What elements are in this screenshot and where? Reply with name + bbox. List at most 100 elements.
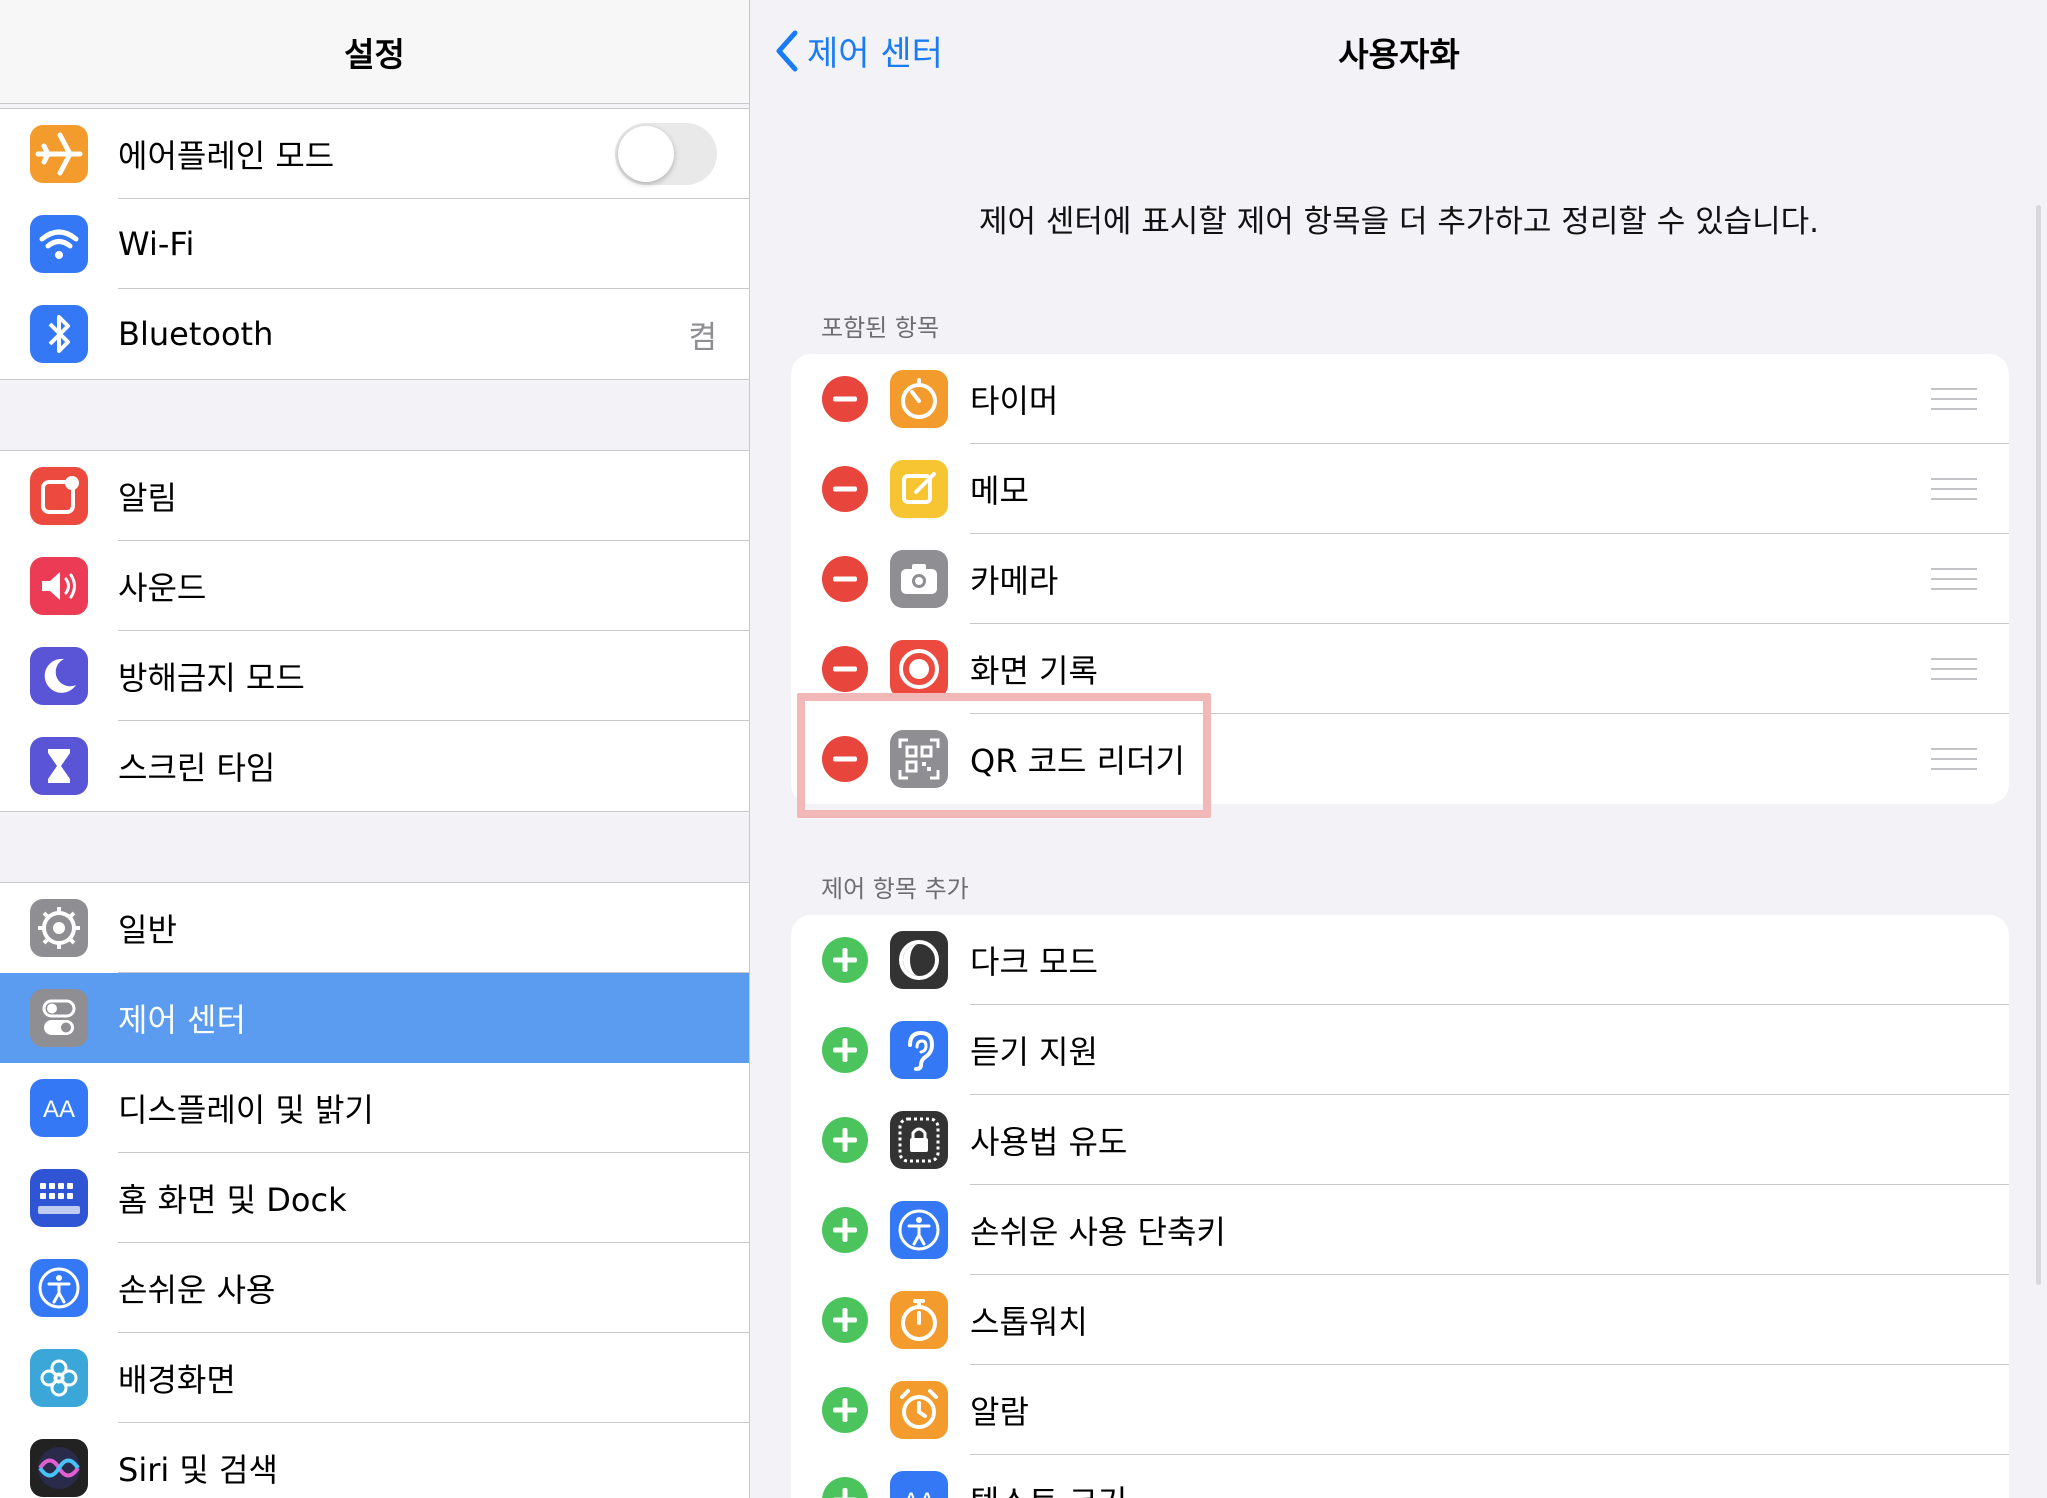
sidebar-item-body: 손쉬운 사용 <box>118 1243 749 1333</box>
add-button[interactable] <box>822 1387 868 1433</box>
more-controls-list: 다크 모드듣기 지원사용법 유도손쉬운 사용 단축키스톱워치알람 AA 텍스트 크기 <box>791 915 2009 1498</box>
scrollbar[interactable] <box>2036 205 2041 1285</box>
sidebar-item[interactable]: 일반 <box>0 883 749 973</box>
sidebar-item[interactable]: 제어 센터 <box>0 973 749 1063</box>
sidebar-item[interactable]: 홈 화면 및 Dock <box>0 1153 749 1243</box>
settings-group: 알림사운드방해금지 모드 스크린 타임 <box>0 450 749 812</box>
control-row-body: 카메라 <box>970 534 2009 624</box>
back-button[interactable]: 제어 센터 <box>773 26 943 75</box>
control-icon <box>890 370 948 428</box>
plus-icon <box>833 1308 857 1332</box>
sidebar-item[interactable]: Siri 및 검색 <box>0 1423 749 1498</box>
control-row: 사용법 유도 <box>791 1095 2009 1185</box>
sidebar-header: 설정 <box>0 0 749 104</box>
reorder-handle-icon[interactable] <box>1931 387 1977 410</box>
settings-group: 일반제어 센터 AA 디스플레이 및 밝기홈 화면 및 Dock 손쉬운 사용배경화면… <box>0 882 749 1498</box>
control-label: QR 코드 리더기 <box>970 742 1185 780</box>
bluetooth-icon <box>48 315 70 353</box>
timer-icon <box>901 378 937 419</box>
control-row: 스톱워치 <box>791 1275 2009 1365</box>
control-row: 카메라 <box>791 534 2009 624</box>
sidebar-item-label: 사운드 <box>118 568 207 607</box>
sidebar-item-icon <box>30 899 88 957</box>
navigation-bar: 제어 센터 사용자화 <box>751 0 2047 104</box>
control-row: 알람 <box>791 1365 2009 1455</box>
sidebar-item[interactable]: 배경화면 <box>0 1333 749 1423</box>
grip-line <box>1931 768 1977 770</box>
reorder-handle-icon[interactable] <box>1931 748 1977 770</box>
sidebar-item-label: 일반 <box>118 910 177 949</box>
control-label: 메모 <box>970 471 1029 510</box>
sidebar-item-label: 배경화면 <box>118 1360 236 1399</box>
sidebar-item-body: Siri 및 검색 <box>118 1423 749 1498</box>
sidebar-item[interactable]: 손쉬운 사용 <box>0 1243 749 1333</box>
sidebar-item[interactable]: Bluetooth 켬 <box>0 289 749 379</box>
control-row-body: 텍스트 크기 <box>970 1455 2009 1498</box>
sidebar-item[interactable]: 에어플레인 모드 <box>0 109 749 199</box>
sidebar-item[interactable]: AA 디스플레이 및 밝기 <box>0 1063 749 1153</box>
control-label: 타이머 <box>970 381 1059 420</box>
control-icon <box>890 1381 948 1439</box>
add-button[interactable] <box>822 937 868 983</box>
svg-text:AA: AA <box>43 1096 75 1123</box>
add-button[interactable] <box>822 1477 868 1498</box>
home-grid-icon <box>38 1183 80 1214</box>
remove-button[interactable] <box>822 466 868 512</box>
control-icon <box>890 1291 948 1349</box>
airplane-icon <box>35 132 83 176</box>
add-button[interactable] <box>822 1207 868 1253</box>
sidebar-item-label: 제어 센터 <box>118 1000 246 1039</box>
sidebar-item-icon <box>30 125 88 183</box>
control-label: 다크 모드 <box>970 942 1098 981</box>
remove-button[interactable] <box>822 556 868 602</box>
add-button[interactable] <box>822 1027 868 1073</box>
add-button[interactable] <box>822 1297 868 1343</box>
customize-pane: 제어 센터 사용자화 제어 센터에 표시할 제어 항목을 더 추가하고 정리할 … <box>751 0 2047 1498</box>
add-button[interactable] <box>822 1117 868 1163</box>
sidebar-item[interactable]: 방해금지 모드 <box>0 631 749 721</box>
sidebar-item[interactable]: 알림 <box>0 451 749 541</box>
sidebar-item-body: 디스플레이 및 밝기 <box>118 1063 749 1153</box>
sidebar-item-body: 배경화면 <box>118 1333 749 1423</box>
reorder-handle-icon[interactable] <box>1931 657 1977 680</box>
remove-button[interactable] <box>822 376 868 422</box>
sidebar-item-label: 홈 화면 및 Dock <box>118 1180 347 1219</box>
sidebar-item-icon <box>30 1169 88 1227</box>
control-row-body: 스톱워치 <box>970 1275 2009 1365</box>
control-row: QR 코드 리더기 <box>791 714 2009 804</box>
included-section-header: 포함된 항목 <box>821 314 940 342</box>
sidebar-item-label: 알림 <box>118 478 177 517</box>
control-icon <box>890 460 948 518</box>
sidebar-item-label: Wi-Fi <box>118 224 195 263</box>
control-label: 듣기 지원 <box>970 1032 1098 1071</box>
gear-icon <box>38 907 80 949</box>
plus-icon <box>833 1398 857 1422</box>
sidebar-item[interactable]: Wi-Fi <box>0 199 749 289</box>
reorder-handle-icon[interactable] <box>1931 567 1977 590</box>
reorder-handle-icon[interactable] <box>1931 477 1977 500</box>
airplane-mode-toggle[interactable] <box>615 122 717 185</box>
settings-sidebar: 설정 에어플레인 모드 Wi-Fi Bluetooth 켬알림사운드방해금지 모드 스크… <box>0 0 750 1498</box>
sidebar-item-icon <box>30 1439 88 1497</box>
grip-line <box>1931 497 1977 500</box>
text-size-icon: AA <box>43 1096 75 1123</box>
sidebar-item-label: 에어플레인 모드 <box>118 136 335 175</box>
minus-icon <box>833 396 857 402</box>
sidebar-item[interactable]: 사운드 <box>0 541 749 631</box>
sidebar-groups: 에어플레인 모드 Wi-Fi Bluetooth 켬알림사운드방해금지 모드 스크린 타… <box>0 108 749 1498</box>
remove-button[interactable] <box>822 646 868 692</box>
accessibility-icon <box>898 1209 940 1251</box>
remove-button[interactable] <box>822 736 868 782</box>
sidebar-item[interactable]: 스크린 타임 <box>0 721 749 811</box>
control-label: 스톱워치 <box>970 1302 1088 1341</box>
plus-icon <box>833 1128 857 1152</box>
control-label: 사용법 유도 <box>970 1122 1128 1161</box>
back-label: 제어 센터 <box>807 34 943 74</box>
sidebar-item-body: 제어 센터 <box>118 973 749 1063</box>
sidebar-item-icon <box>30 1349 88 1407</box>
page-title: 사용자화 <box>1338 35 1460 74</box>
sidebar-item-body: 사운드 <box>118 541 749 631</box>
control-label: 카메라 <box>970 561 1059 600</box>
camera-icon <box>901 564 937 594</box>
grip-line <box>1931 397 1977 400</box>
